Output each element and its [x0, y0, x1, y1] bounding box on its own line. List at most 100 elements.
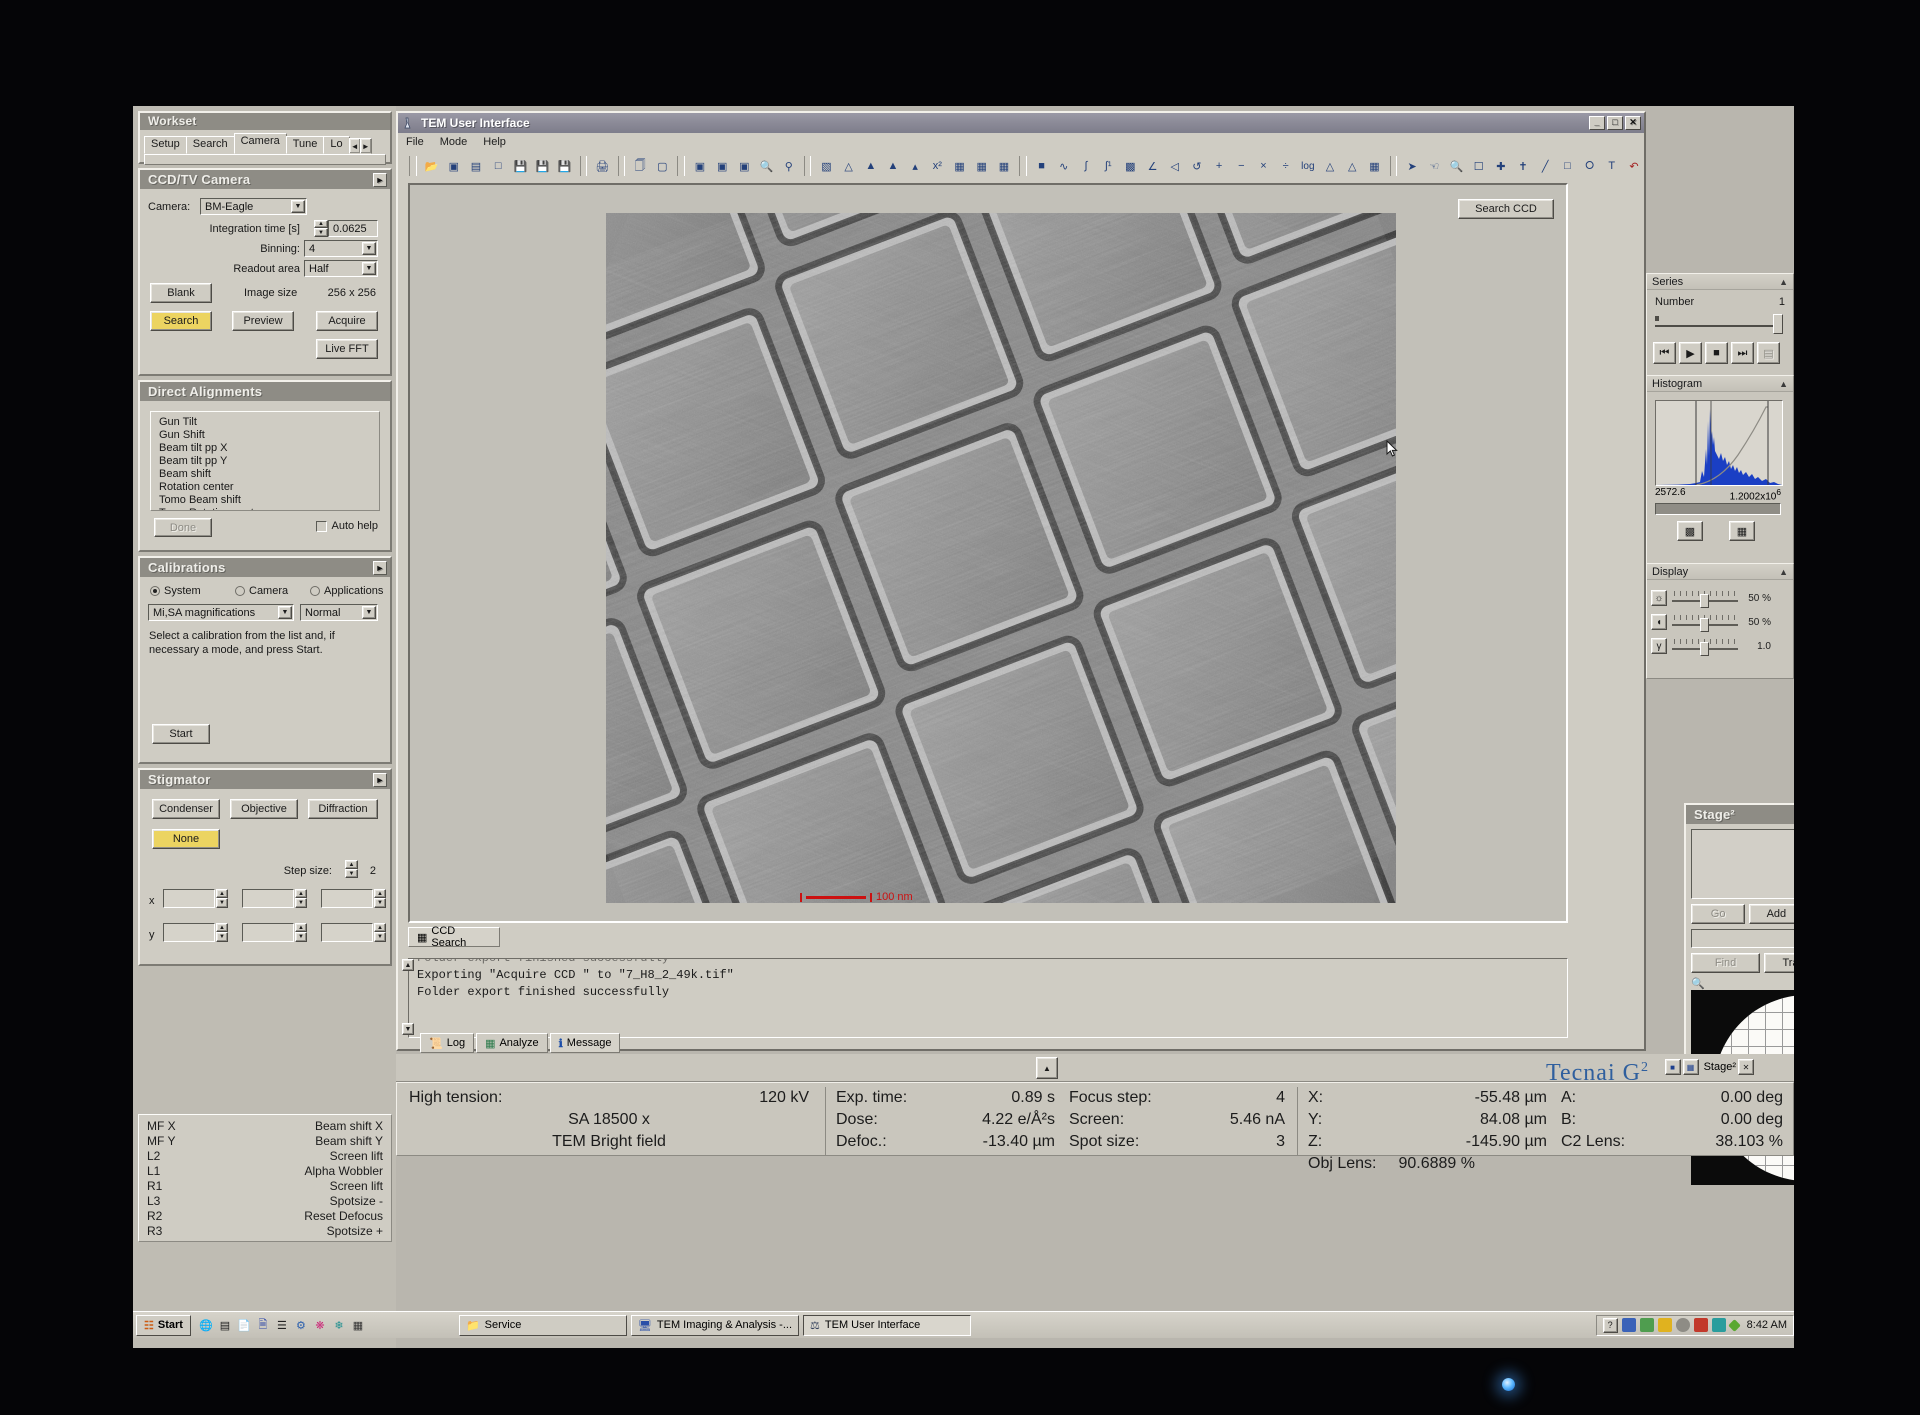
stats-icon[interactable]: ▦	[1364, 155, 1384, 177]
save-as-icon[interactable]: 💾	[532, 155, 552, 177]
filter-icon[interactable]: ■	[1032, 155, 1052, 177]
tab-camera[interactable]: Camera	[233, 133, 287, 154]
tab-search[interactable]: Search	[185, 136, 235, 154]
print-icon[interactable]: 🖨	[592, 155, 612, 177]
series-header[interactable]: Series ▲	[1647, 274, 1793, 290]
export-icon[interactable]: ▤	[1757, 342, 1780, 364]
play-icon[interactable]: ▶	[1679, 342, 1702, 364]
stop-icon[interactable]: ■	[1705, 342, 1728, 364]
stage-titlebar[interactable]: Stage² ►	[1686, 805, 1794, 824]
stage-position-list[interactable]	[1691, 829, 1794, 899]
none-button[interactable]: None	[152, 829, 220, 849]
minimize-button[interactable]: _	[1589, 116, 1605, 130]
taskbar-clock[interactable]: 8:42 AM	[1747, 1319, 1787, 1331]
chevron-down-icon[interactable]: ▼	[362, 606, 376, 619]
first-icon[interactable]: ⏮	[1653, 342, 1676, 364]
chevron-down-icon[interactable]: ▼	[278, 606, 292, 619]
chevron-up-icon[interactable]: ▲	[1779, 277, 1788, 287]
integration-time-stepper[interactable]: ▲ ▼	[314, 220, 328, 237]
tab-analyze[interactable]: ▦ Analyze	[476, 1033, 548, 1053]
tab-setup[interactable]: Setup	[144, 136, 187, 154]
chevron-down-icon[interactable]: ▼	[291, 200, 305, 213]
log-output-pane[interactable]: Folder export finished successfully Expo…	[408, 958, 1568, 1038]
alignment-item[interactable]: Tomo Beam shift	[159, 494, 379, 507]
paste-icon[interactable]: ▢	[652, 155, 672, 177]
tem-tool-icon[interactable]: ☰	[273, 1316, 291, 1334]
slider-thumb[interactable]	[1700, 618, 1709, 632]
step-size-stepper[interactable]: ▲ ▼	[345, 860, 358, 878]
explorer-icon[interactable]: 🗎	[254, 1316, 272, 1334]
menu-mode[interactable]: Mode	[440, 136, 468, 148]
checkbox-box[interactable]	[315, 520, 327, 532]
gamma-icon[interactable]: γ	[1651, 638, 1667, 654]
auto-help-checkbox[interactable]: Auto help	[315, 520, 378, 532]
stage-dock-close-button[interactable]: ✕	[1738, 1059, 1754, 1075]
stigmator-x2-input[interactable]	[242, 889, 294, 908]
stigmator-y2-input[interactable]	[242, 923, 294, 942]
stigmator-x1-stepper[interactable]: ▲ ▼	[216, 889, 228, 908]
particles-icon[interactable]: ❋	[311, 1316, 329, 1334]
taskbar-window-service[interactable]: 📁 Service	[458, 1314, 627, 1336]
radio-icon[interactable]	[235, 586, 245, 596]
start-button[interactable]: ☷ Start	[136, 1314, 191, 1336]
menu-file[interactable]: File	[406, 136, 424, 148]
scroll-down-button[interactable]: ▼	[402, 1023, 414, 1035]
auto-contrast-icon[interactable]: ▩	[1677, 521, 1703, 542]
micrograph-image[interactable]	[606, 213, 1396, 903]
tab-log[interactable]: 📜 Log	[420, 1033, 475, 1053]
delta-b-icon[interactable]: △	[1342, 155, 1362, 177]
tabs-scroll-right-button[interactable]: ►	[359, 138, 372, 154]
binning-select[interactable]: 4 ▼	[304, 240, 378, 257]
series-slider-thumb[interactable]	[1773, 314, 1783, 334]
alignment-item[interactable]: Beam tilt pp Y	[159, 455, 379, 468]
chevron-up-icon[interactable]: ▲	[1779, 567, 1788, 577]
delta-a-icon[interactable]: △	[1320, 155, 1340, 177]
slider-thumb[interactable]	[1700, 642, 1709, 656]
alignment-item[interactable]: Gun Tilt	[159, 416, 379, 429]
radio-system[interactable]: System	[150, 585, 201, 597]
histogram-c-icon[interactable]: ▲	[883, 155, 903, 177]
process-image-icon[interactable]: ▧	[816, 155, 836, 177]
save-icon[interactable]: 💾	[510, 155, 530, 177]
move-icon[interactable]: ✚	[1491, 155, 1511, 177]
condenser-button[interactable]: Condenser	[152, 799, 220, 819]
smooth-icon[interactable]: ∿	[1054, 155, 1074, 177]
stigmator-y3-stepper[interactable]: ▲ ▼	[374, 923, 386, 942]
radio-applications[interactable]: Applications	[310, 585, 383, 597]
angle-icon[interactable]: ∠	[1142, 155, 1162, 177]
slider-thumb[interactable]	[1700, 594, 1709, 608]
grid-a-icon[interactable]: ▦	[949, 155, 969, 177]
rect-icon[interactable]: □	[1557, 155, 1577, 177]
taskbar-window-tem-ui[interactable]: ⚖ TEM User Interface	[803, 1314, 972, 1336]
objective-button[interactable]: Objective	[230, 799, 298, 819]
close-button[interactable]: ✕	[1625, 116, 1641, 130]
crosshair-icon[interactable]: ✝	[1513, 155, 1533, 177]
brightness-icon[interactable]: ☼	[1651, 590, 1667, 606]
blank-button[interactable]: Blank	[150, 283, 212, 303]
histogram-b-icon[interactable]: ▲	[861, 155, 881, 177]
stage-dock-icon[interactable]: ▦	[1682, 1059, 1699, 1075]
gamma-slider[interactable]	[1672, 637, 1738, 656]
microscope-icon[interactable]: ⚙	[292, 1316, 310, 1334]
network-tray-icon[interactable]	[1621, 1318, 1636, 1332]
eye-tray-icon[interactable]	[1711, 1318, 1726, 1332]
stigmator-x1-input[interactable]	[163, 889, 215, 908]
stigmator-x3-stepper[interactable]: ▲ ▼	[374, 889, 386, 908]
pointer-tool-icon[interactable]: ⚲	[779, 155, 799, 177]
radio-camera[interactable]: Camera	[235, 585, 288, 597]
acquire-button[interactable]: Acquire	[316, 311, 378, 331]
exponent-icon[interactable]: x²	[927, 155, 947, 177]
tab-ccd-search[interactable]: ▦ CCD Search	[408, 925, 500, 949]
help-tray-icon[interactable]: ?	[1602, 1317, 1618, 1333]
ellipse-icon[interactable]: ⭘	[1580, 155, 1600, 177]
copy-icon[interactable]: 🗍	[630, 155, 650, 177]
image-3-icon[interactable]: ▣	[734, 155, 754, 177]
alignment-item[interactable]: Tomo Rotation center	[159, 507, 379, 510]
pan-hand-icon[interactable]: ☜	[1424, 155, 1444, 177]
image-2-icon[interactable]: ▣	[712, 155, 732, 177]
stage-go-button[interactable]: Go	[1691, 904, 1746, 924]
magnifier-icon[interactable]: 🔍	[756, 155, 776, 177]
menu-help[interactable]: Help	[483, 136, 506, 148]
integral-icon[interactable]: ∫	[1076, 155, 1096, 177]
grid-b-icon[interactable]: ▦	[972, 155, 992, 177]
